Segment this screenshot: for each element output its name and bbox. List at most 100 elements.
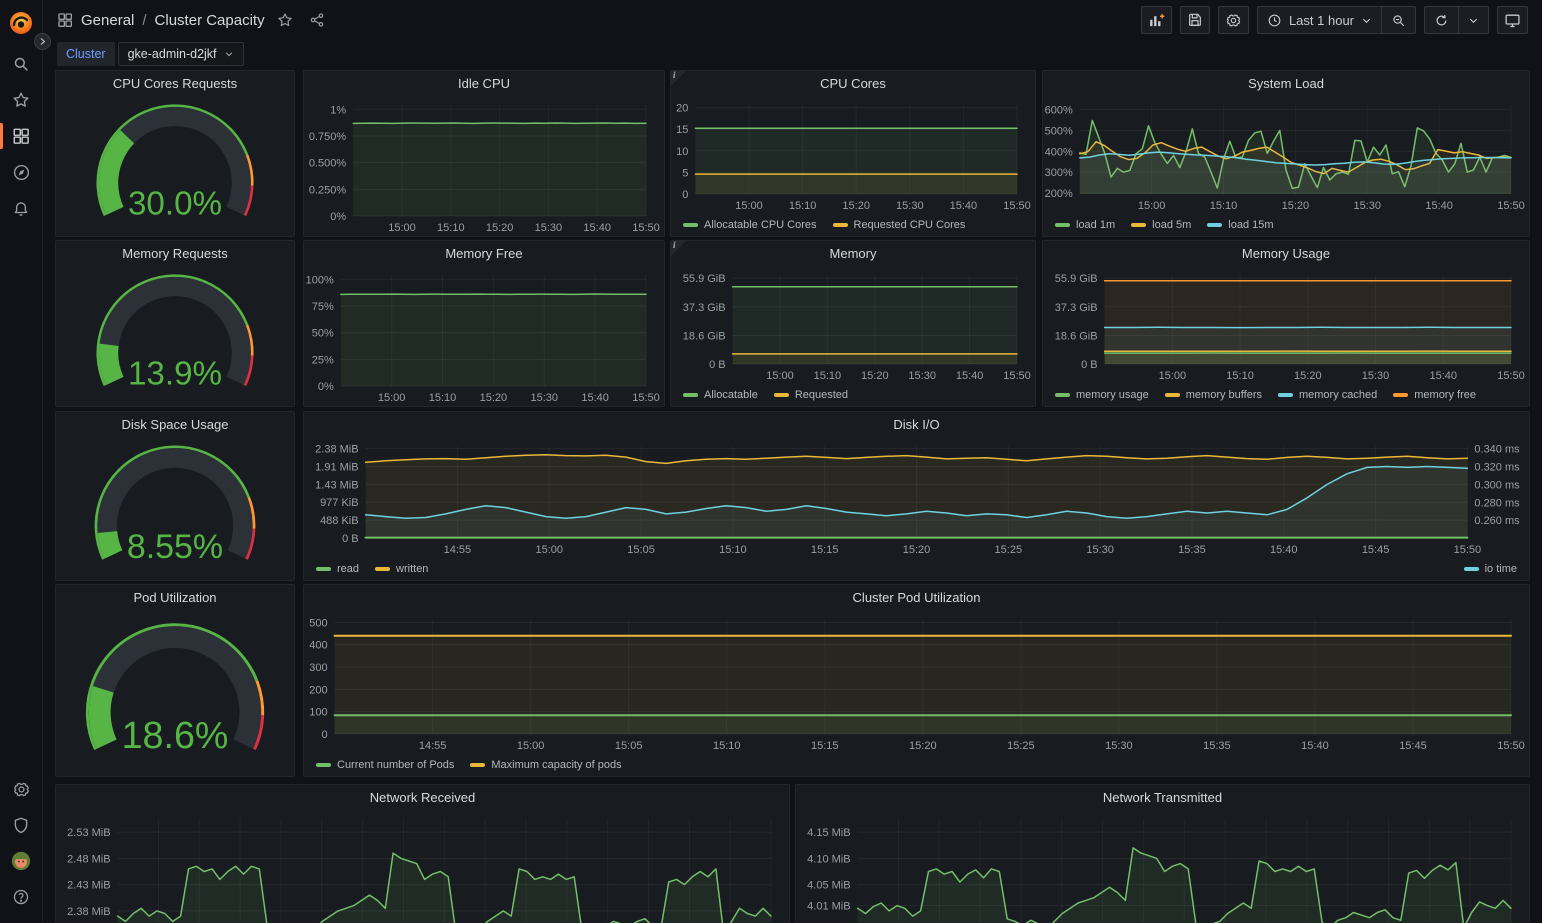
info-icon[interactable]: i xyxy=(671,71,686,86)
svg-text:15:35: 15:35 xyxy=(1178,544,1206,556)
legend-item[interactable]: read xyxy=(316,563,359,575)
sidebar-server-admin-button[interactable] xyxy=(0,807,43,843)
legend-item[interactable]: Allocatable xyxy=(683,389,758,401)
legend-item[interactable]: Allocatable CPU Cores xyxy=(683,219,817,231)
panel-title[interactable]: Disk Space Usage xyxy=(56,412,294,438)
panel-title[interactable]: Idle CPU xyxy=(304,71,664,97)
svg-text:0.260 ms: 0.260 ms xyxy=(1474,515,1520,527)
dashboard-settings-button[interactable] xyxy=(1218,6,1249,34)
panel-title[interactable]: CPU Cores xyxy=(671,71,1035,97)
gear-icon xyxy=(12,780,31,799)
star-icon xyxy=(277,12,293,28)
sidebar-profile-button[interactable] xyxy=(0,843,43,879)
svg-text:300%: 300% xyxy=(1045,167,1073,179)
legend-item[interactable]: load 5m xyxy=(1131,219,1191,231)
template-variables: Cluster gke-admin-d2jkf xyxy=(57,42,244,66)
svg-text:15:20: 15:20 xyxy=(909,740,937,752)
svg-text:30.0%: 30.0% xyxy=(128,185,222,222)
share-dashboard-button[interactable] xyxy=(305,8,329,32)
add-panel-button[interactable] xyxy=(1141,6,1172,34)
legend-label: io time xyxy=(1485,563,1517,575)
panel-pod-utilization: Pod Utilization 18.6% xyxy=(55,584,295,777)
chevron-down-icon xyxy=(1468,15,1479,26)
info-icon[interactable]: i xyxy=(671,241,686,256)
chart-network-transmitted[interactable]: 4.15 MiB4.10 MiB4.05 MiB4.01 MiB3.96 MiB xyxy=(796,811,1529,923)
legend-item[interactable]: Requested CPU Cores xyxy=(833,219,966,231)
panel-idle-cpu: Idle CPU 1%0.750%0.500%0.250%0%15:0015:1… xyxy=(303,70,665,237)
help-circle-icon xyxy=(12,888,30,906)
panel-title[interactable]: CPU Cores Requests xyxy=(56,71,294,97)
svg-text:15:40: 15:40 xyxy=(1301,740,1329,752)
time-range-picker[interactable]: Last 1 hour xyxy=(1258,7,1381,33)
panel-title[interactable]: Network Transmitted xyxy=(796,785,1529,811)
bell-icon xyxy=(12,199,30,217)
panel-memory-requests: Memory Requests 13.9% xyxy=(55,240,295,407)
legend-swatch xyxy=(1055,393,1070,397)
panel-title[interactable]: Disk I/O xyxy=(304,412,1529,438)
chart-disk-io[interactable]: 2.38 MiB1.91 MiB1.43 MiB977 KiB488 KiB0 … xyxy=(304,438,1529,558)
refresh-interval-dropdown[interactable] xyxy=(1459,7,1488,33)
refresh-button[interactable] xyxy=(1425,7,1458,33)
panel-memory-free: Memory Free 100%75%50%25%0%15:0015:1015:… xyxy=(303,240,665,407)
chart-legend: Allocatable CPU Cores Requested CPU Cores xyxy=(671,214,1035,236)
legend-label: Current number of Pods xyxy=(337,759,454,771)
svg-text:4.05 MiB: 4.05 MiB xyxy=(807,880,850,892)
sidebar-alerting-button[interactable] xyxy=(0,190,43,226)
legend-item[interactable]: memory buffers xyxy=(1165,389,1262,401)
save-dashboard-button[interactable] xyxy=(1180,6,1210,34)
panel-title[interactable]: Memory xyxy=(671,241,1035,267)
legend-item[interactable]: memory usage xyxy=(1055,389,1149,401)
sidebar-help-button[interactable] xyxy=(0,879,43,915)
zoom-out-button[interactable] xyxy=(1382,7,1415,33)
legend-item[interactable]: memory free xyxy=(1393,389,1476,401)
legend-item[interactable]: Maximum capacity of pods xyxy=(470,759,621,771)
svg-text:15:00: 15:00 xyxy=(1138,200,1166,212)
chart-cluster-pod-utilization[interactable]: 500400300200100014:5515:0015:0515:1015:1… xyxy=(304,611,1529,754)
share-icon xyxy=(309,12,325,28)
chart-network-received[interactable]: 2.53 MiB2.48 MiB2.43 MiB2.38 MiB2.34 MiB xyxy=(56,811,789,923)
chart-idle-cpu[interactable]: 1%0.750%0.500%0.250%0%15:0015:1015:2015:… xyxy=(304,97,664,236)
sidebar-explore-button[interactable] xyxy=(0,154,43,190)
legend-item[interactable]: io time xyxy=(1464,563,1517,575)
sidebar-settings-button[interactable] xyxy=(0,771,43,807)
svg-text:15:50: 15:50 xyxy=(1003,370,1031,382)
chart-memory[interactable]: 55.9 GiB37.3 GiB18.6 GiB0 B15:0015:1015:… xyxy=(671,267,1035,384)
sidebar-starred-button[interactable] xyxy=(0,82,43,118)
chart-cpu-cores[interactable]: 2015105015:0015:1015:2015:3015:4015:50 xyxy=(671,97,1035,214)
legend-swatch xyxy=(1131,223,1146,227)
svg-text:2.38 MiB: 2.38 MiB xyxy=(315,444,358,456)
sidebar-dashboards-button[interactable] xyxy=(0,118,43,154)
legend-item[interactable]: load 1m xyxy=(1055,219,1115,231)
panel-disk-space-usage: Disk Space Usage 8.55% xyxy=(55,411,295,581)
tv-mode-button[interactable] xyxy=(1497,6,1528,34)
chart-memory-free[interactable]: 100%75%50%25%0%15:0015:1015:2015:3015:40… xyxy=(304,267,664,406)
star-icon xyxy=(12,91,30,109)
svg-text:0.250%: 0.250% xyxy=(309,184,347,196)
legend-item[interactable]: Current number of Pods xyxy=(316,759,454,771)
legend-item[interactable]: load 15m xyxy=(1207,219,1273,231)
panel-title[interactable]: Memory Usage xyxy=(1043,241,1529,267)
sidebar-search-button[interactable] xyxy=(0,46,43,82)
panel-title[interactable]: Memory Requests xyxy=(56,241,294,267)
svg-text:15:40: 15:40 xyxy=(1430,370,1458,382)
panel-title[interactable]: Memory Free xyxy=(304,241,664,267)
panel-title[interactable]: Cluster Pod Utilization xyxy=(304,585,1529,611)
save-icon xyxy=(1187,12,1203,28)
legend-item[interactable]: Requested xyxy=(774,389,848,401)
legend-label: read xyxy=(337,563,359,575)
cluster-variable-dropdown[interactable]: gke-admin-d2jkf xyxy=(118,42,244,66)
legend-item[interactable]: memory cached xyxy=(1278,389,1377,401)
panel-title[interactable]: Pod Utilization xyxy=(56,585,294,611)
shield-icon xyxy=(12,816,30,834)
sidebar-expand-button[interactable] xyxy=(34,33,51,50)
chart-memory-usage[interactable]: 55.9 GiB37.3 GiB18.6 GiB0 B15:0015:1015:… xyxy=(1043,267,1529,384)
panel-memory-usage: Memory Usage 55.9 GiB37.3 GiB18.6 GiB0 B… xyxy=(1042,240,1530,407)
legend-item[interactable]: written xyxy=(375,563,428,575)
chart-system-load[interactable]: 600%500%400%300%200%15:0015:1015:2015:30… xyxy=(1043,97,1529,214)
breadcrumb-section[interactable]: General xyxy=(81,12,134,29)
panel-title[interactable]: Network Received xyxy=(56,785,789,811)
star-dashboard-button[interactable] xyxy=(273,8,297,32)
chart-legend: read written io time xyxy=(304,558,1529,580)
panel-title[interactable]: System Load xyxy=(1043,71,1529,97)
svg-text:0: 0 xyxy=(321,729,327,741)
